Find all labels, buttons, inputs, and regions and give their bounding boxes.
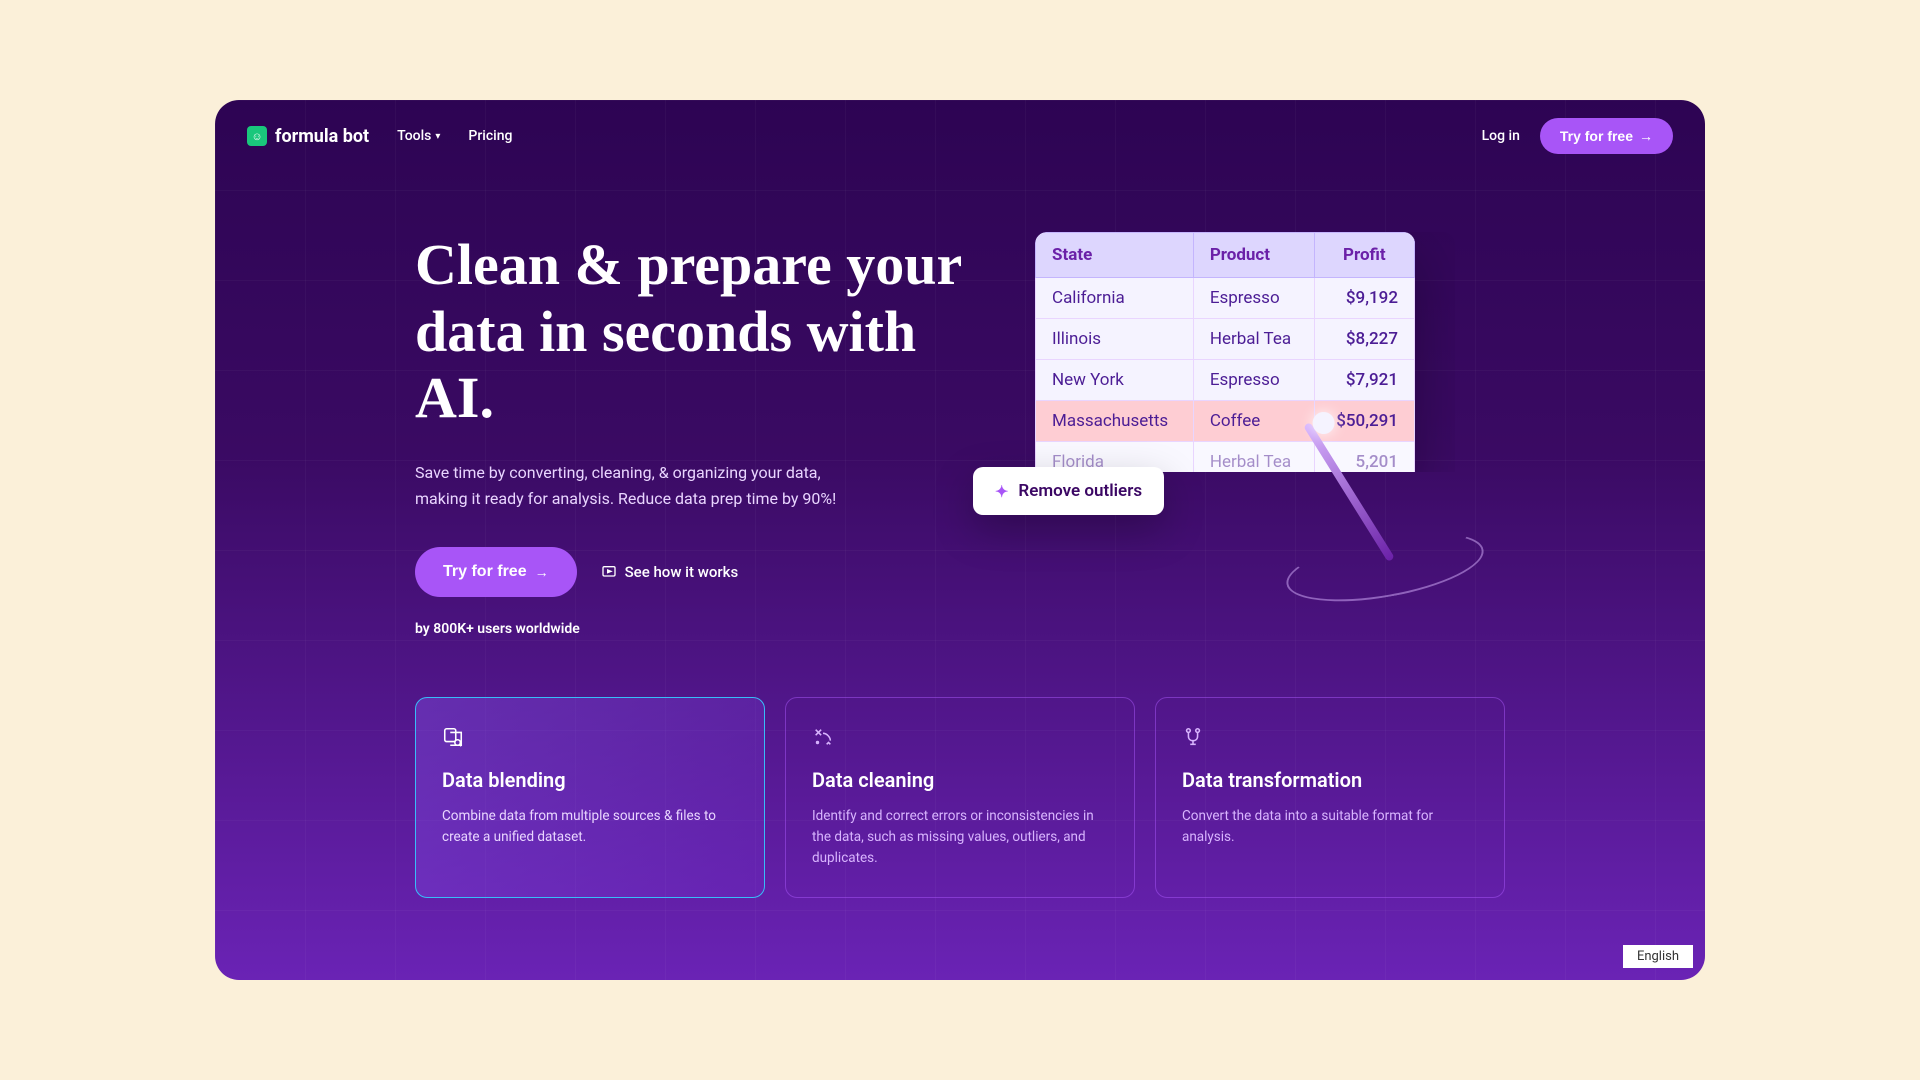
card-title: Data cleaning (812, 768, 1108, 792)
hero-cta-button[interactable]: Try for free → (415, 547, 577, 597)
sparkle-icon: ✦ (995, 482, 1008, 501)
brand-logo[interactable]: ☺ formula bot (247, 126, 369, 147)
table-row: Illinois Herbal Tea $8,227 (1036, 319, 1415, 360)
clean-icon (812, 726, 1108, 752)
card-data-blending[interactable]: Data blending Combine data from multiple… (415, 697, 765, 898)
nav-right: Log in Try for free → (1482, 118, 1673, 154)
language-selector[interactable]: English (1623, 945, 1693, 968)
nav-cta-label: Try for free (1560, 128, 1633, 144)
app-frame: ☺ formula bot Tools ▾ Pricing Log in Try… (215, 100, 1705, 980)
card-data-transformation[interactable]: Data transformation Convert the data int… (1155, 697, 1505, 898)
users-text: by 800K+ users worldwide (415, 621, 995, 637)
chevron-down-icon: ▾ (435, 131, 440, 142)
sample-table: State Product Profit California Espresso… (1035, 232, 1415, 472)
language-label: English (1637, 949, 1679, 964)
card-desc: Convert the data into a suitable format … (1182, 806, 1478, 848)
card-desc: Identify and correct errors or inconsist… (812, 806, 1108, 869)
blend-icon (442, 726, 738, 752)
th-state: State (1036, 233, 1194, 278)
top-nav: ☺ formula bot Tools ▾ Pricing Log in Try… (215, 100, 1705, 172)
arrow-right-icon: → (1639, 128, 1653, 144)
hero-actions: Try for free → See how it works (415, 547, 995, 597)
hero-section: Clean & prepare your data in seconds wit… (215, 172, 1705, 637)
nav-tools-label: Tools (397, 128, 431, 144)
card-title: Data transformation (1182, 768, 1478, 792)
card-data-cleaning[interactable]: Data cleaning Identify and correct error… (785, 697, 1135, 898)
nav-pricing-label: Pricing (468, 128, 512, 144)
pill-label: Remove outliers (1018, 481, 1142, 501)
nav-tools[interactable]: Tools ▾ (397, 128, 440, 144)
th-profit: Profit (1314, 233, 1414, 278)
hero-graphic: State Product Profit California Espresso… (1035, 232, 1455, 637)
hero-title: Clean & prepare your data in seconds wit… (415, 232, 995, 432)
card-desc: Combine data from multiple sources & fil… (442, 806, 738, 848)
feature-cards: Data blending Combine data from multiple… (215, 637, 1705, 898)
table-row: California Espresso $9,192 (1036, 278, 1415, 319)
see-how-label: See how it works (625, 563, 739, 581)
card-title: Data blending (442, 768, 738, 792)
login-link[interactable]: Log in (1482, 128, 1520, 144)
nav-pricing[interactable]: Pricing (468, 128, 512, 144)
hero-cta-label: Try for free (443, 563, 527, 581)
table-row-outlier: Massachusetts Coffee $50,291 (1036, 401, 1415, 442)
see-how-link[interactable]: See how it works (601, 563, 739, 581)
transform-icon (1182, 726, 1478, 752)
logo-icon: ☺ (247, 126, 267, 146)
th-product: Product (1193, 233, 1314, 278)
table-row: New York Espresso $7,921 (1036, 360, 1415, 401)
hero-left: Clean & prepare your data in seconds wit… (415, 232, 995, 637)
hero-subtitle: Save time by converting, cleaning, & org… (415, 460, 875, 511)
play-icon (601, 564, 617, 580)
brand-text: formula bot (275, 126, 369, 147)
arrow-right-icon: → (535, 564, 549, 580)
nav-cta-button[interactable]: Try for free → (1540, 118, 1673, 154)
remove-outliers-pill: ✦ Remove outliers (973, 467, 1164, 515)
